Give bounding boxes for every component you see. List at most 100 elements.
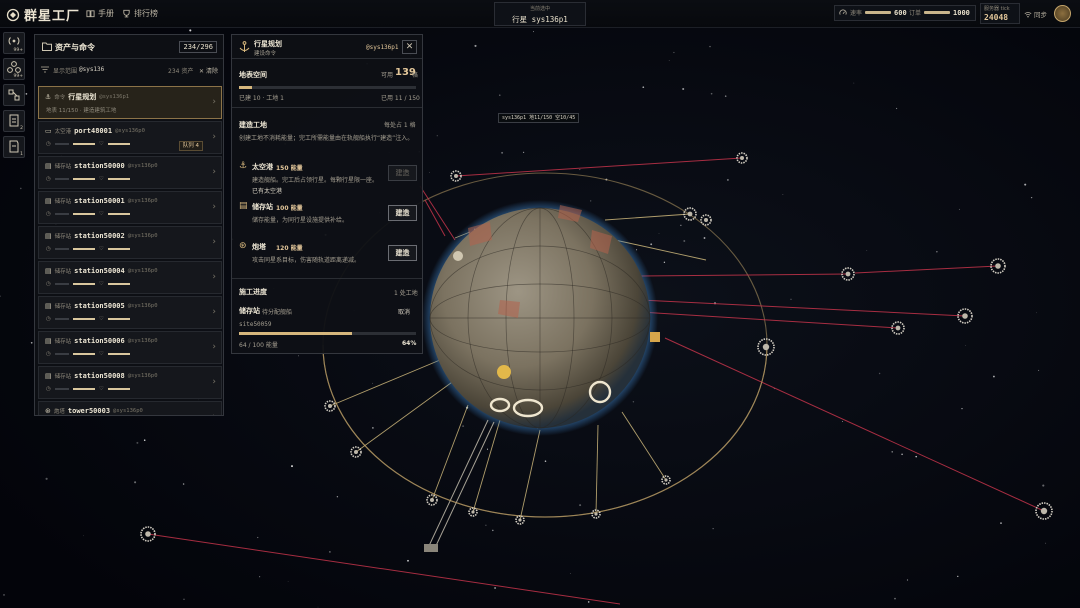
- asset-row[interactable]: ▤ 储存站 station50005 @sys136p0 ◷ ♡ ›: [38, 296, 222, 329]
- clock-icon: ◷: [46, 386, 51, 392]
- build-button[interactable]: 建造: [388, 245, 417, 261]
- server-tick-value: 24048: [984, 13, 1009, 22]
- rail-log-button[interactable]: 1: [3, 136, 25, 158]
- progress-title: 施工进度: [239, 288, 267, 296]
- assets-filter[interactable]: 显示范围 @sys136 234 资产 ✕ 清除: [35, 63, 223, 77]
- build-button[interactable]: 建造: [388, 205, 417, 221]
- energy-bar: [72, 353, 95, 355]
- filter-clear-button[interactable]: ✕ 清除: [199, 66, 218, 75]
- storage-icon: ▤: [45, 197, 52, 205]
- trophy-icon: [123, 9, 130, 18]
- asset-name: station50002: [74, 232, 125, 240]
- build-button[interactable]: 建造: [388, 165, 417, 181]
- heart-icon: ♡: [98, 316, 104, 322]
- storage-icon: ▤: [45, 232, 52, 240]
- current-selection[interactable]: 当前选中 行星 sys136p1: [494, 2, 586, 26]
- health-bar: [54, 213, 69, 215]
- building-note: 已有太空港: [252, 188, 283, 195]
- rail-signal-button[interactable]: 99+: [3, 32, 25, 54]
- surface-unit: 格: [412, 72, 419, 79]
- site-desc: 创建工地不消耗能量；完工所需能量由在轨舰船执行“建造”注入。: [239, 135, 414, 142]
- storage-icon: ▤: [45, 372, 52, 380]
- filter-clear-label: 清除: [205, 68, 218, 75]
- asset-meters: ◷ ♡: [46, 246, 130, 252]
- asset-title-line: ⊛ 炮塔 tower50003 @sys136p0: [45, 407, 143, 415]
- planet-tooltip: sys136p1 地11/150 空10/45: [498, 113, 580, 123]
- rail-network-button[interactable]: 99+: [3, 58, 25, 80]
- nav-manual-link[interactable]: 手册: [86, 8, 114, 19]
- rail-badge: 2: [20, 126, 23, 131]
- spaceport-structure-icon[interactable]: [650, 332, 660, 342]
- health-bar: [54, 283, 69, 285]
- building-cost: 100 能量: [276, 205, 303, 212]
- energy-bar: [72, 248, 95, 250]
- asset-row[interactable]: ▤ 储存站 station50004 @sys136p0 ◷ ♡ ›: [38, 261, 222, 294]
- resource-orders-label: 订单: [909, 10, 922, 17]
- clock-icon: ◷: [46, 246, 51, 252]
- asset-row[interactable]: ▭ 太空港 port48001 @sys136p0 ◷ ♡ 队列 4 ›: [38, 121, 222, 154]
- turret-icon: ⊛: [45, 407, 51, 415]
- progress-percent: 64%: [402, 340, 417, 347]
- hp-bar: [107, 283, 130, 285]
- asset-meters: ◷ ♡: [46, 281, 130, 287]
- heart-icon: ♡: [98, 141, 104, 147]
- close-button[interactable]: ✕: [402, 40, 417, 54]
- asset-type: 太空港: [54, 129, 72, 135]
- asset-title-line: ▭ 太空港 port48001 @sys136p0: [45, 127, 145, 135]
- asset-meters: ◷ ♡: [46, 351, 130, 357]
- plan-owner: @sys136p1: [366, 44, 399, 51]
- turret-structure-icon[interactable]: [453, 251, 463, 261]
- chevron-right-icon: ›: [212, 132, 216, 142]
- asset-row[interactable]: ▤ 储存站 station50006 @sys136p0 ◷ ♡ ›: [38, 331, 222, 364]
- storage-structure-icon[interactable]: [497, 365, 511, 379]
- clock-icon: ◷: [46, 176, 51, 182]
- clock-icon: ◷: [46, 316, 51, 322]
- nav-leaderboard-link[interactable]: 排行榜: [122, 8, 158, 19]
- clock-icon: ◷: [46, 351, 51, 357]
- storage-icon: ▤: [45, 337, 52, 345]
- asset-type: 储存站: [54, 269, 72, 275]
- storage-icon: ▤: [45, 162, 52, 170]
- asset-type: 储存站: [54, 304, 72, 310]
- asset-row[interactable]: ▤ 储存站 station50008 @sys136p0 ◷ ♡ ›: [38, 366, 222, 399]
- rail-badge: 1: [20, 152, 23, 157]
- asset-row[interactable]: ▤ 储存站 station50000 @sys136p0 ◷ ♡ ›: [38, 156, 222, 189]
- resource-box: 速率 600 订单 1000: [834, 5, 976, 21]
- building-name: 炮塔: [252, 243, 266, 251]
- chevron-right-icon: ›: [212, 167, 216, 177]
- asset-owner: @sys136p0: [127, 303, 158, 309]
- rail-task-button[interactable]: 2: [3, 110, 25, 132]
- rail-nodes-button[interactable]: [3, 84, 25, 106]
- site-title: 建造工地: [239, 121, 267, 129]
- filter-label: 显示范围: [53, 68, 78, 75]
- folder-icon: [42, 42, 52, 51]
- energy-bar: [72, 283, 95, 285]
- clock-icon: ◷: [46, 211, 51, 217]
- asset-name: 行星规划: [68, 93, 97, 101]
- storage-icon: ▤: [239, 201, 248, 211]
- asset-title-line: ▤ 储存站 station50002 @sys136p0: [45, 232, 158, 240]
- asset-row-selected[interactable]: ⚓ 命令 行星规划 @sys136p1 地表 11/150 · 建造建筑工地 ›: [38, 86, 222, 119]
- rail-badge: 99+: [13, 48, 24, 53]
- asset-row[interactable]: ▤ 储存站 station50002 @sys136p0 ◷ ♡ ›: [38, 226, 222, 259]
- anchor-icon: ⚓: [45, 93, 52, 101]
- sync-button[interactable]: 同步: [1024, 9, 1047, 19]
- selection-caption: 当前选中: [529, 6, 550, 12]
- anchor-icon: ⚓: [239, 161, 248, 171]
- building-cost: 120 能量: [276, 245, 303, 252]
- resource-orders-bar: [924, 11, 951, 14]
- asset-name: station50008: [74, 372, 125, 380]
- asset-owner: @sys136p0: [127, 233, 158, 239]
- site-per: 每处占 1 格: [384, 122, 416, 129]
- asset-row[interactable]: ▤ 储存站 station50001 @sys136p0 ◷ ♡ ›: [38, 191, 222, 224]
- storage-icon: ▤: [45, 302, 52, 310]
- asset-type: 命令: [54, 95, 66, 101]
- app-title: 群星工厂: [24, 9, 81, 24]
- asset-row[interactable]: ⊛炮塔tower50003@sys136p0◷♡›: [38, 401, 222, 415]
- user-avatar[interactable]: [1054, 5, 1071, 22]
- cancel-button[interactable]: 取消: [398, 307, 410, 316]
- progress-count: 1 处工地: [394, 290, 418, 297]
- rail-badge: 99+: [13, 74, 24, 79]
- nodes-icon: [8, 89, 20, 101]
- asset-owner: @sys136p0: [115, 128, 145, 134]
